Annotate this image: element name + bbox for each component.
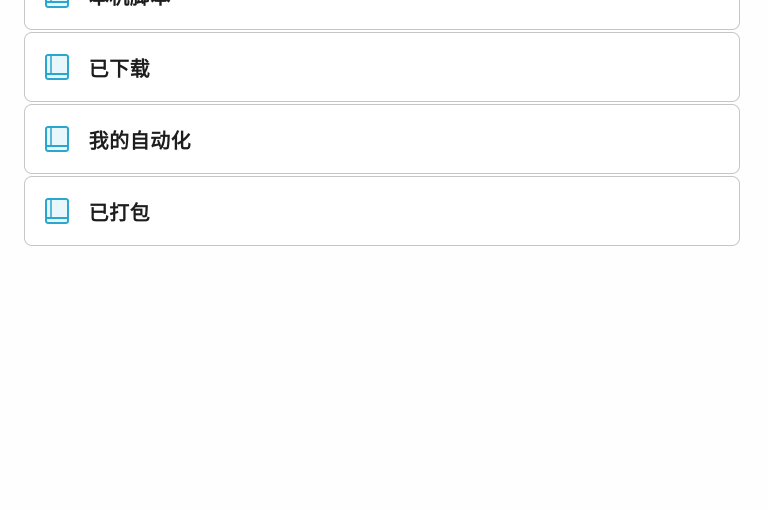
list-item-label: 已下载 (89, 56, 151, 81)
book-icon (45, 198, 69, 224)
list-item-label: 已打包 (89, 200, 151, 225)
list-item-label: 本机脚本 (89, 0, 171, 10)
script-category-list: 本机脚本 已下载 我的自动化 已打包 (24, 0, 740, 248)
list-item-packaged[interactable]: 已打包 (24, 176, 740, 246)
list-item-label: 我的自动化 (89, 128, 192, 153)
list-item-local-scripts[interactable]: 本机脚本 (24, 0, 740, 30)
book-icon (45, 126, 69, 152)
list-item-my-automation[interactable]: 我的自动化 (24, 104, 740, 174)
book-icon (45, 0, 69, 8)
book-icon (45, 54, 69, 80)
list-item-downloaded[interactable]: 已下载 (24, 32, 740, 102)
